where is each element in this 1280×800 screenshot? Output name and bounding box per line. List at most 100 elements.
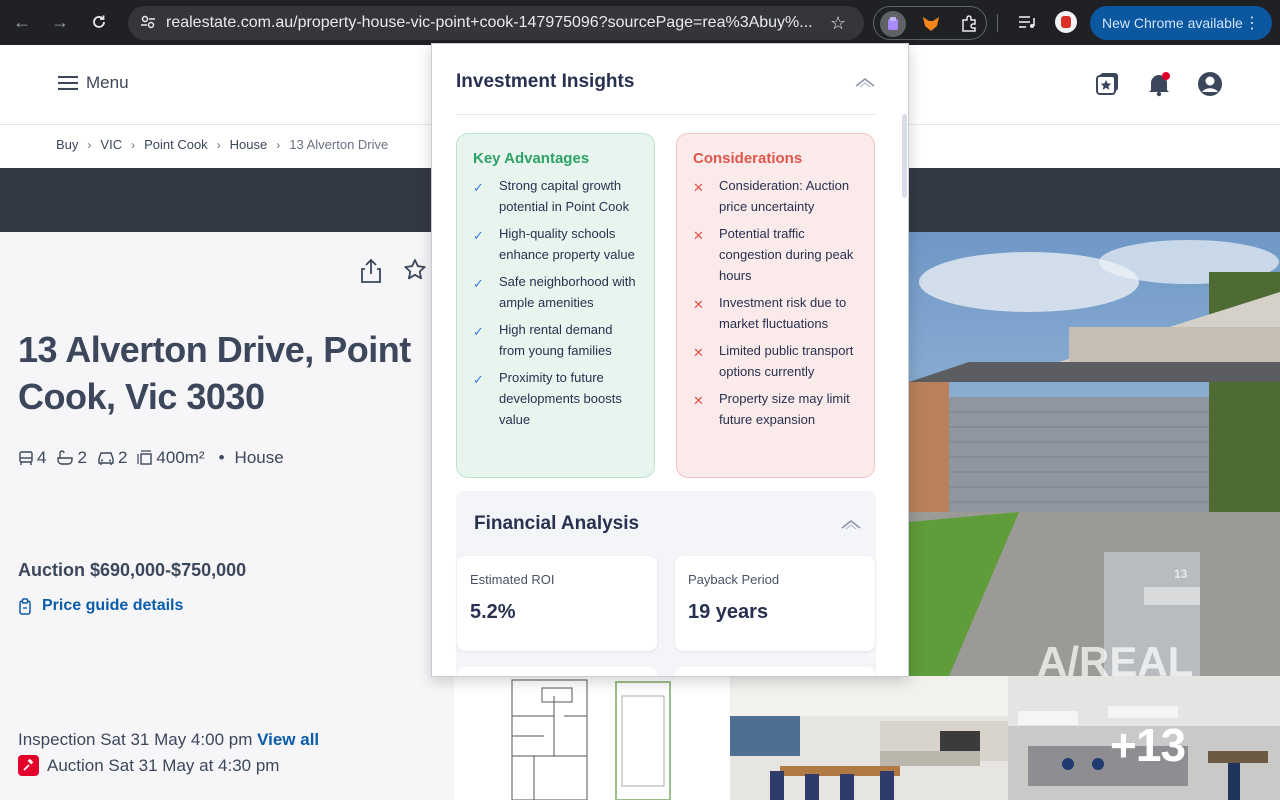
investment-extension-icon[interactable] <box>880 11 906 37</box>
menu-label: Menu <box>86 73 129 92</box>
extensions-group <box>873 6 987 40</box>
advantage-item: ✓ High-quality schools enhance property v… <box>473 223 638 265</box>
auction-gavel-icon <box>18 755 39 776</box>
profile-avatar[interactable] <box>1052 8 1080 36</box>
menu-button[interactable]: Menu <box>58 73 129 93</box>
advantage-text: High rental demand from young families <box>499 322 613 358</box>
property-type: House <box>234 448 284 467</box>
cross-icon: ✕ <box>693 393 704 408</box>
advantage-text: High-quality schools enhance property va… <box>499 226 635 262</box>
chevron-right-icon: › <box>87 137 92 152</box>
check-icon: ✓ <box>473 276 484 291</box>
advantage-item: ✓ Safe neighborhood with ample amenities <box>473 271 638 313</box>
property-features: 4 2 2 400m² • House <box>18 448 284 468</box>
consideration-item: ✕ Potential traffic congestion during pea… <box>693 223 858 286</box>
payback-period-card: Payback Period 19 years <box>675 556 875 651</box>
cross-icon: ✕ <box>693 228 704 243</box>
payback-period-label: Payback Period <box>688 572 780 587</box>
bathrooms-count: 2 <box>77 448 87 467</box>
notifications-bell-icon[interactable] <box>1144 69 1174 99</box>
investment-insights-header[interactable]: Investment Insights <box>456 71 876 93</box>
breadcrumb-buy[interactable]: Buy <box>56 137 78 152</box>
address-bar[interactable]: realestate.com.au/property-house-vic-poi… <box>128 6 864 40</box>
share-icon[interactable] <box>359 258 383 284</box>
puzzle-extensions-icon[interactable] <box>956 11 982 37</box>
more-photos-count[interactable]: +13 <box>1110 718 1186 772</box>
considerations-card: Considerations ✕ Consideration: Auction p… <box>676 133 875 478</box>
fox-extension-icon[interactable] <box>918 11 944 37</box>
property-summary-panel <box>0 232 454 800</box>
land-size-value: 400m² <box>156 448 205 467</box>
favourite-star-icon[interactable] <box>403 258 427 282</box>
section-divider <box>456 114 876 115</box>
land-size-feature: 400m² <box>137 448 205 468</box>
breadcrumb-point-cook[interactable]: Point Cook <box>144 137 208 152</box>
metric-card-partial <box>675 667 875 676</box>
bed-icon <box>19 451 33 465</box>
breadcrumb-house[interactable]: House <box>230 137 268 152</box>
price-guide-link[interactable]: Price guide details <box>18 597 183 615</box>
cross-icon: ✕ <box>693 297 704 312</box>
bedrooms-count: 4 <box>37 448 47 467</box>
advantage-item: ✓ High rental demand from young families <box>473 319 638 361</box>
chrome-menu-icon[interactable]: ⋮ <box>1244 13 1260 33</box>
financial-analysis-title: Financial Analysis <box>474 513 640 534</box>
advantage-text: Safe neighborhood with ample amenities <box>499 274 636 310</box>
chevron-up-icon <box>841 519 861 530</box>
consideration-text: Investment risk due to market fluctuatio… <box>719 295 847 331</box>
popup-scrollbar[interactable] <box>902 114 907 198</box>
chevron-right-icon: › <box>131 137 136 152</box>
chevron-up-icon <box>855 77 875 88</box>
back-icon[interactable]: ← <box>8 8 36 36</box>
car-icon <box>98 452 114 465</box>
document-icon <box>19 597 31 615</box>
browser-toolbar: ← → realestate.com.au/property-house-vic… <box>0 0 1280 45</box>
hamburger-icon <box>58 76 78 90</box>
bookmark-star-icon[interactable]: ☆ <box>830 13 846 34</box>
breadcrumb: Buy › VIC › Point Cook › House › 13 Alve… <box>56 137 388 152</box>
financial-analysis-header[interactable]: Financial Analysis <box>474 513 862 535</box>
site-settings-icon[interactable] <box>140 14 156 35</box>
key-advantages-card: Key Advantages ✓ Strong capital growth po… <box>456 133 655 478</box>
payback-period-value: 19 years <box>688 601 769 623</box>
url-text[interactable]: realestate.com.au/property-house-vic-poi… <box>166 14 826 32</box>
consideration-text: Consideration: Auction price uncertainty <box>719 178 850 214</box>
cross-icon: ✕ <box>693 345 704 360</box>
hero-photo[interactable]: 13 A/REAL <box>909 232 1280 676</box>
view-all-link[interactable]: View all <box>257 730 319 749</box>
saved-properties-icon[interactable] <box>1093 69 1123 99</box>
forward-icon[interactable]: → <box>46 8 74 36</box>
chevron-right-icon: › <box>276 137 281 152</box>
estimated-roi-value: 5.2% <box>470 601 516 623</box>
property-title: 13 Alverton Drive, Point Cook, Vic 3030 <box>18 329 411 417</box>
new-chrome-label: New Chrome available <box>1102 15 1243 31</box>
hero-watermark: A/REAL <box>1037 638 1193 676</box>
media-playlist-icon[interactable] <box>1013 8 1041 36</box>
consideration-item: ✕ Limited public transport options curren… <box>693 340 858 382</box>
consideration-text: Property size may limit future expansion <box>719 391 850 427</box>
advantage-text: Proximity to future developments boosts … <box>499 370 622 427</box>
key-advantages-title: Key Advantages <box>473 150 590 167</box>
chevron-right-icon: › <box>216 137 221 152</box>
account-icon[interactable] <box>1195 69 1225 99</box>
check-icon: ✓ <box>473 180 484 195</box>
consideration-text: Potential traffic congestion during peak… <box>719 226 854 283</box>
floorplan-thumbnail[interactable] <box>454 676 730 800</box>
bedrooms-feature: 4 <box>18 448 46 468</box>
bath-icon <box>57 450 74 465</box>
kitchen-photo-thumbnail[interactable] <box>730 676 1008 800</box>
check-icon: ✓ <box>473 228 484 243</box>
reload-icon[interactable] <box>85 8 113 36</box>
inspection-text: Inspection Sat 31 May 4:00 pm <box>18 730 253 749</box>
advantage-item: ✓ Strong capital growth potential in Poin… <box>473 175 638 217</box>
auction-text: Auction Sat 31 May at 4:30 pm <box>47 755 280 775</box>
estimated-roi-label: Estimated ROI <box>470 572 555 587</box>
investment-insights-title: Investment Insights <box>456 71 635 92</box>
considerations-title: Considerations <box>693 150 803 167</box>
auction-line: Auction Sat 31 May at 4:30 pm <box>18 755 279 776</box>
new-chrome-available-button[interactable]: New Chrome available ⋮ <box>1090 6 1272 40</box>
breadcrumb-vic[interactable]: VIC <box>100 137 122 152</box>
price-guide-label[interactable]: Price guide details <box>42 597 183 615</box>
cross-icon: ✕ <box>693 180 704 195</box>
breadcrumb-current: 13 Alverton Drive <box>289 137 389 152</box>
